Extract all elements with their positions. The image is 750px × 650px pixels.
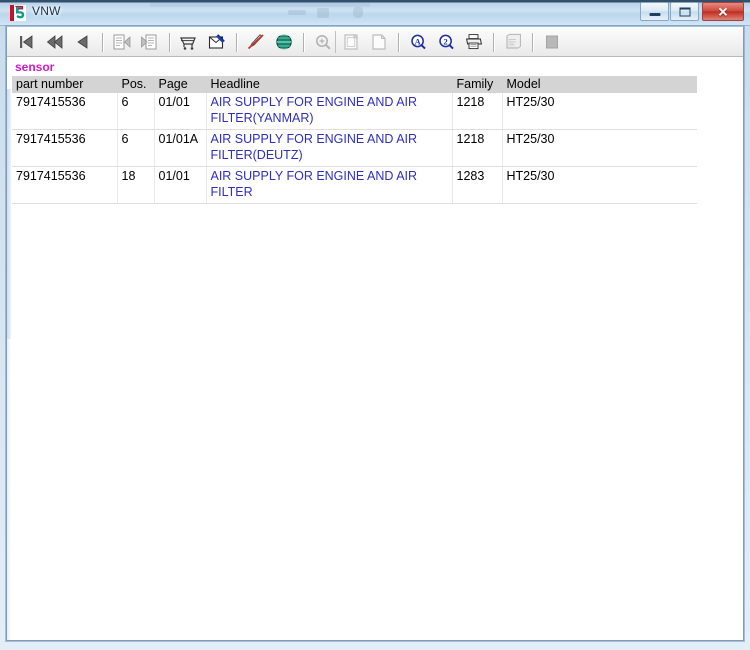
zoom-button[interactable] [310, 29, 336, 55]
svg-text:A: A [415, 37, 421, 46]
column-header-family[interactable]: Family [452, 76, 503, 93]
cell-page: 01/01 [154, 93, 207, 130]
titlebar-ghost-text [150, 3, 370, 7]
left-gutter-thumb[interactable] [7, 89, 11, 339]
shopping-cart-button[interactable] [176, 29, 202, 55]
skip-to-first-icon [20, 35, 33, 49]
table-header-row: part number Pos. Page Headline Family Mo… [12, 76, 697, 93]
page-view-button[interactable] [338, 29, 364, 55]
document-next-button[interactable] [137, 29, 163, 55]
titlebar-ghost-artifact-2 [317, 8, 329, 18]
stop-square-icon [546, 35, 558, 49]
close-icon: ✕ [717, 4, 729, 19]
group-label: sensor [15, 60, 55, 74]
order-form-icon [208, 34, 225, 49]
toolbar-button-group: A 2 [13, 27, 566, 57]
titlebar-ghost-artifact-1 [288, 10, 306, 15]
app-logo-icon [9, 4, 27, 22]
globe-icon [274, 34, 294, 50]
minimize-button[interactable] [640, 2, 669, 21]
fast-rewind-icon [46, 35, 63, 49]
find-number-2-icon: 2 [439, 34, 454, 50]
cell-pos: 6 [117, 129, 155, 167]
cell-pos: 18 [117, 166, 155, 204]
column-header-page[interactable]: Page [154, 76, 207, 93]
print-button[interactable] [461, 29, 487, 55]
cell-pos: 6 [117, 93, 155, 130]
cell-headline: AIR SUPPLY FOR ENGINE AND AIR FILTER [206, 166, 453, 204]
cell-model: HT25/30 [502, 129, 697, 167]
cell-page: 01/01A [154, 129, 207, 167]
document-first-button[interactable] [109, 29, 135, 55]
table-row[interactable]: 7917415536 6 01/01A AIR SUPPLY FOR ENGIN… [12, 129, 697, 167]
cell-family: 1218 [452, 93, 503, 130]
find-second-button[interactable]: 2 [433, 29, 459, 55]
cell-family: 1283 [452, 166, 503, 204]
table-row[interactable]: 7917415536 6 01/01 AIR SUPPLY FOR ENGINE… [12, 93, 697, 130]
page-blank-button[interactable] [366, 29, 392, 55]
column-header-model[interactable]: Model [502, 76, 697, 93]
cell-part-number: 7917415536 [12, 93, 118, 130]
title-bar[interactable]: VNW ✕ [0, 0, 750, 26]
page-view-icon [344, 34, 358, 50]
toolbar-separator-5 [398, 32, 399, 52]
maximize-icon [679, 7, 690, 16]
titlebar-ghost-artifact-3 [353, 7, 363, 18]
cell-model: HT25/30 [502, 166, 697, 204]
cell-part-number: 7917415536 [12, 129, 118, 167]
toolbar-separator-6 [493, 32, 494, 52]
headline-link[interactable]: AIR SUPPLY FOR ENGINE AND AIR FILTER(YAN… [211, 95, 418, 125]
printer-icon [465, 34, 483, 50]
toolbar-separator-4 [303, 32, 304, 52]
first-record-button[interactable] [14, 29, 40, 55]
previous-record-button[interactable] [70, 29, 96, 55]
cell-family: 1218 [452, 129, 503, 167]
table-row[interactable]: 7917415536 18 01/01 AIR SUPPLY FOR ENGIN… [12, 166, 697, 204]
svg-text:2: 2 [444, 37, 448, 46]
toolbar-separator-2 [169, 32, 170, 52]
toolbar-separator-7 [532, 32, 533, 52]
pen-strike-icon [247, 34, 264, 50]
notepad-icon [506, 33, 521, 49]
shopping-cart-icon [180, 37, 196, 50]
cell-model: HT25/30 [502, 93, 697, 130]
cell-page: 01/01 [154, 166, 207, 204]
headline-link[interactable]: AIR SUPPLY FOR ENGINE AND AIR FILTER(DEU… [211, 132, 418, 162]
window-title: VNW [32, 4, 61, 18]
results-list-area: sensor part number Pos. Page Headline Fa… [7, 58, 743, 640]
document-next-icon [141, 34, 157, 50]
application-window: VNW ✕ A 2 sensor part number Pos. Page H… [0, 0, 750, 650]
annotate-button[interactable] [243, 29, 269, 55]
previous-icon [77, 35, 88, 49]
find-text-button[interactable]: A [405, 29, 431, 55]
results-table: part number Pos. Page Headline Family Mo… [12, 76, 697, 204]
globe-button[interactable] [271, 29, 297, 55]
cell-headline: AIR SUPPLY FOR ENGINE AND AIR FILTER(YAN… [206, 93, 453, 130]
cell-headline: AIR SUPPLY FOR ENGINE AND AIR FILTER(DEU… [206, 129, 453, 167]
notes-button[interactable] [500, 29, 526, 55]
cell-part-number: 7917415536 [12, 166, 118, 204]
stop-button[interactable] [539, 29, 565, 55]
toolbar-separator-1 [102, 32, 103, 52]
column-header-part-number[interactable]: part number [12, 76, 118, 93]
toolbar-end-divider [335, 31, 336, 53]
column-header-pos[interactable]: Pos. [117, 76, 155, 93]
maximize-button[interactable] [670, 2, 699, 21]
order-form-button[interactable] [204, 29, 230, 55]
toolbar-separator-3 [236, 32, 237, 52]
document-first-icon [113, 34, 131, 50]
page-blank-icon [372, 34, 386, 50]
headline-link[interactable]: AIR SUPPLY FOR ENGINE AND AIR FILTER [211, 169, 418, 199]
toolbar: A 2 [7, 27, 743, 57]
magnifier-plus-icon [316, 35, 331, 50]
close-button[interactable]: ✕ [702, 2, 744, 21]
fast-rewind-button[interactable] [42, 29, 68, 55]
minimize-icon [649, 12, 660, 16]
column-header-headline[interactable]: Headline [206, 76, 453, 93]
client-area: A 2 sensor part number Pos. Page Headlin… [6, 26, 744, 641]
find-letter-a-icon: A [411, 34, 426, 50]
